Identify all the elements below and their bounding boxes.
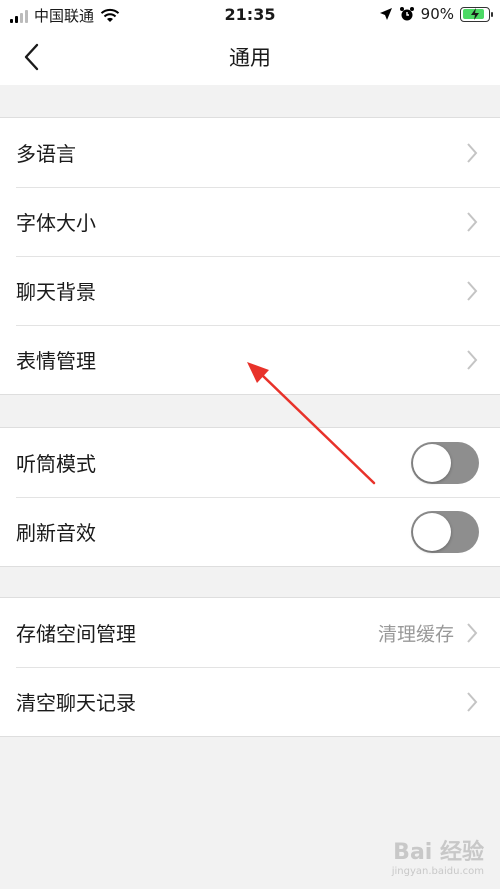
chevron-right-icon xyxy=(467,280,478,301)
row-label: 存储空间管理 xyxy=(16,622,136,646)
row-emoji-management[interactable]: 表情管理 xyxy=(0,325,500,394)
page-title: 通用 xyxy=(229,46,271,70)
chevron-right-icon xyxy=(467,622,478,643)
alarm-icon xyxy=(399,7,414,21)
row-clear-chat-history[interactable]: 清空聊天记录 xyxy=(0,667,500,736)
nav-bar: 通用 xyxy=(0,30,500,85)
row-label: 刷新音效 xyxy=(16,521,96,545)
battery-percent: 90% xyxy=(420,5,454,23)
row-language[interactable]: 多语言 xyxy=(0,118,500,187)
row-label: 清空聊天记录 xyxy=(16,691,136,715)
refresh-sound-toggle[interactable] xyxy=(411,510,479,553)
row-label: 表情管理 xyxy=(16,349,96,373)
row-label: 听筒模式 xyxy=(16,452,96,476)
row-label: 聊天背景 xyxy=(16,280,96,304)
battery-charging-icon xyxy=(460,6,493,22)
settings-group-audio: 听筒模式 刷新音效 xyxy=(0,427,500,567)
watermark-logo: Bai 经验 xyxy=(393,840,484,865)
chevron-right-icon xyxy=(467,211,478,232)
watermark: Bai 经验 jingyan.baidu.com xyxy=(392,834,484,877)
chevron-right-icon xyxy=(467,691,478,712)
row-refresh-sound: 刷新音效 xyxy=(0,497,500,566)
location-icon xyxy=(379,8,392,20)
row-font-size[interactable]: 字体大小 xyxy=(0,187,500,256)
toggle-knob xyxy=(413,512,451,551)
settings-group-display: 多语言 字体大小 聊天背景 表情管理 xyxy=(0,117,500,395)
chevron-right-icon xyxy=(467,349,478,370)
earpiece-mode-toggle[interactable] xyxy=(411,441,479,484)
chevron-right-icon xyxy=(467,142,478,163)
toggle-knob xyxy=(413,443,451,482)
row-storage-management[interactable]: 存储空间管理 清理缓存 xyxy=(0,598,500,667)
watermark-url: jingyan.baidu.com xyxy=(391,866,484,877)
row-label: 字体大小 xyxy=(16,211,96,235)
status-right: 90% xyxy=(379,5,493,23)
row-chat-background[interactable]: 聊天背景 xyxy=(0,256,500,325)
settings-group-storage: 存储空间管理 清理缓存 清空聊天记录 xyxy=(0,597,500,737)
row-earpiece-mode: 听筒模式 xyxy=(0,428,500,497)
row-label: 多语言 xyxy=(16,142,76,166)
status-bar: 中国联通 21:35 90% xyxy=(0,0,500,30)
clear-cache-value: 清理缓存 xyxy=(377,623,454,645)
